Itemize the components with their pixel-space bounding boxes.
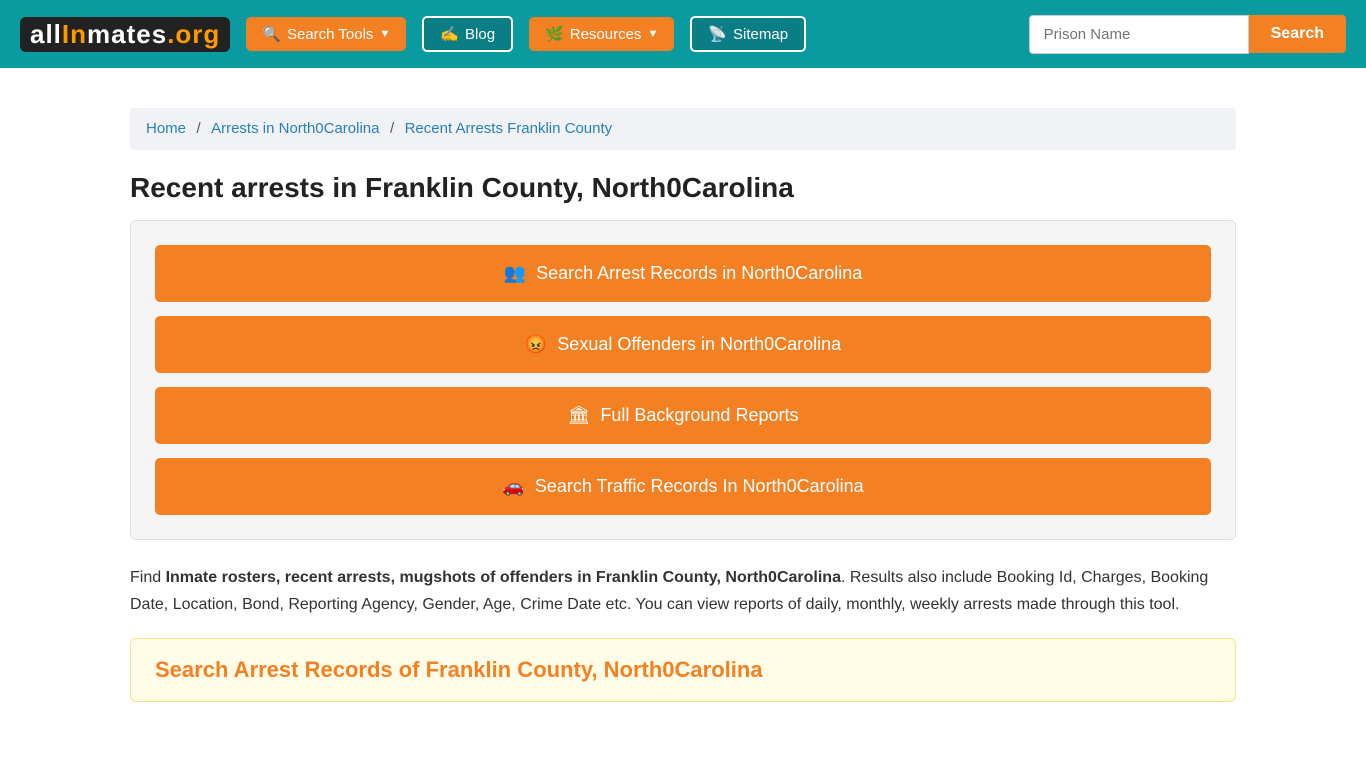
blog-label: Blog — [465, 26, 495, 43]
background-reports-button[interactable]: Full Background Reports — [155, 387, 1211, 444]
header-search-area: Search — [1029, 15, 1346, 54]
breadcrumb: Home / Arrests in North0Carolina / Recen… — [130, 108, 1236, 150]
resources-button[interactable]: Resources ▼ — [529, 17, 674, 51]
sitemap-icon — [708, 25, 727, 43]
search-records-heading: Search Arrest Records of Franklin County… — [155, 657, 1211, 683]
offender-icon — [525, 334, 547, 355]
breadcrumb-home[interactable]: Home — [146, 120, 186, 137]
page-title: Recent arrests in Franklin County, North… — [130, 172, 1236, 204]
chevron-down-icon-2: ▼ — [647, 28, 658, 40]
search-button[interactable]: Search — [1249, 15, 1346, 53]
car-icon — [502, 476, 524, 497]
traffic-records-label: Search Traffic Records In North0Carolina — [535, 476, 864, 497]
breadcrumb-arrests-nc[interactable]: Arrests in North0Carolina — [211, 120, 379, 137]
logo-mates: mates — [87, 19, 167, 49]
breadcrumb-current: Recent Arrests Franklin County — [405, 120, 613, 137]
search-records-box: Search Arrest Records of Franklin County… — [130, 638, 1236, 702]
resources-icon — [545, 25, 564, 43]
logo-all: all — [30, 19, 62, 49]
description-text: Find Inmate rosters, recent arrests, mug… — [130, 564, 1236, 618]
action-buttons-box: Search Arrest Records in North0Carolina … — [130, 220, 1236, 540]
subheader-bar — [0, 68, 1366, 96]
logo-in: In — [62, 19, 87, 49]
sexual-offenders-button[interactable]: Sexual Offenders in North0Carolina — [155, 316, 1211, 373]
breadcrumb-sep-2: / — [390, 120, 394, 137]
arrest-records-button[interactable]: Search Arrest Records in North0Carolina — [155, 245, 1211, 302]
resources-label: Resources — [570, 26, 642, 43]
search-icon — [262, 25, 281, 43]
sexual-offenders-label: Sexual Offenders in North0Carolina — [557, 334, 841, 355]
search-tools-button[interactable]: Search Tools ▼ — [246, 17, 406, 51]
chevron-down-icon: ▼ — [379, 28, 390, 40]
bg-icon — [568, 405, 591, 426]
blog-icon — [440, 25, 459, 43]
description-bold: Inmate rosters, recent arrests, mugshots… — [166, 569, 841, 586]
search-tools-label: Search Tools — [287, 26, 373, 43]
breadcrumb-nav: Home / Arrests in North0Carolina / Recen… — [146, 120, 1220, 138]
site-header: allInmates.org Search Tools ▼ Blog Resou… — [0, 0, 1366, 68]
sitemap-label: Sitemap — [733, 26, 788, 43]
sitemap-button[interactable]: Sitemap — [690, 16, 806, 52]
blog-button[interactable]: Blog — [422, 16, 513, 52]
main-content: Recent arrests in Franklin County, North… — [0, 162, 1366, 732]
arrest-records-label: Search Arrest Records in North0Carolina — [536, 263, 862, 284]
description-prefix: Find — [130, 569, 166, 586]
prison-name-input[interactable] — [1029, 15, 1249, 54]
people-icon — [504, 263, 526, 284]
traffic-records-button[interactable]: Search Traffic Records In North0Carolina — [155, 458, 1211, 515]
logo-org: .org — [167, 19, 220, 49]
background-reports-label: Full Background Reports — [600, 405, 798, 426]
site-logo[interactable]: allInmates.org — [20, 17, 230, 52]
breadcrumb-sep-1: / — [196, 120, 200, 137]
